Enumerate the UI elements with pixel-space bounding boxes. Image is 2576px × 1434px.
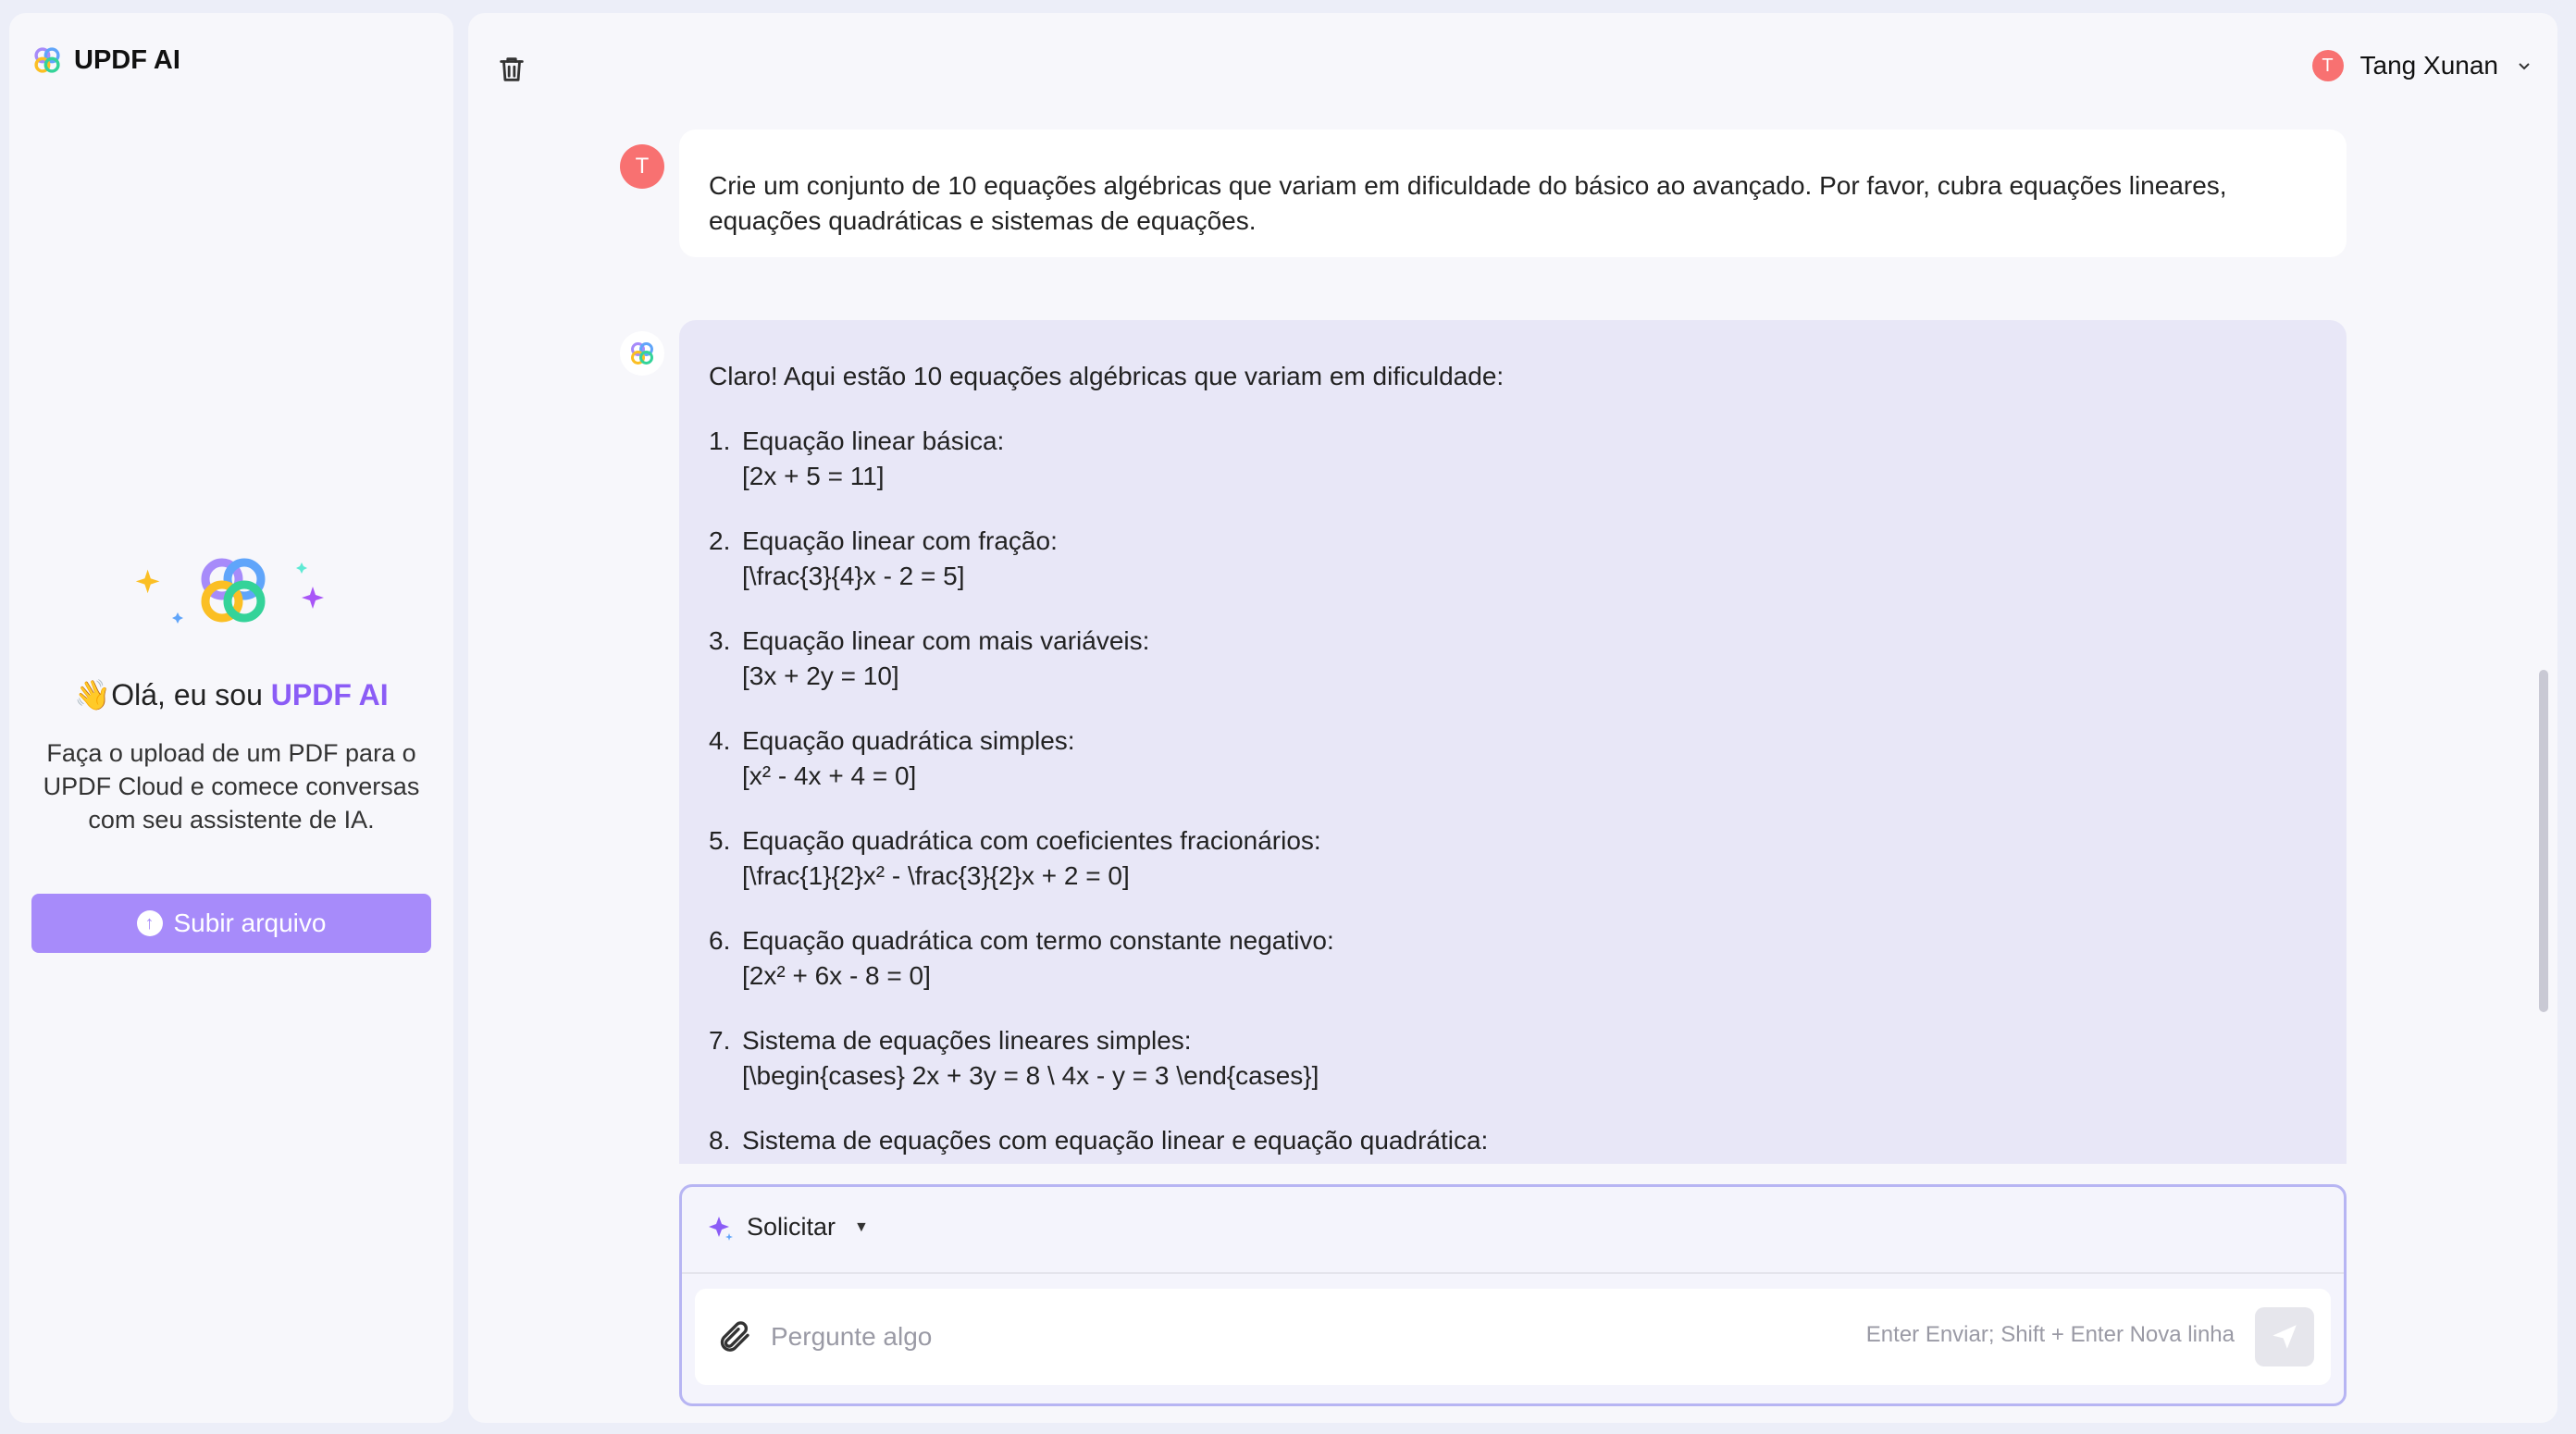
item-number: 4. [709, 726, 731, 755]
item-number: 2. [709, 526, 731, 555]
item-title: Equação linear com fração: [742, 526, 1058, 555]
ask-input[interactable] [769, 1315, 1790, 1359]
divider [682, 1272, 2344, 1274]
item-number: 6. [709, 926, 731, 955]
trash-icon[interactable] [496, 54, 527, 85]
item-title: Sistema de equações lineares simples: [742, 1026, 1192, 1055]
prompt-label: Solicitar [747, 1213, 836, 1241]
user-menu[interactable]: T Tang Xunan [2311, 50, 2533, 81]
ai-message: Claro! Aqui estão 10 equações algébricas… [679, 320, 2347, 1164]
input-area: Enter Enviar; Shift + Enter Nova linha [695, 1289, 2331, 1385]
updf-logo-icon [34, 47, 60, 73]
caret-down-icon: ▼ [854, 1218, 869, 1235]
message-avatar-user: T [620, 144, 664, 189]
chevron-down-icon [2519, 63, 2530, 70]
item-title: Sistema de equações com equação linear e… [742, 1126, 1489, 1155]
brand-name: UPDF AI [74, 44, 180, 75]
item-equation: [3x + 2y = 10] [742, 661, 899, 690]
item-equation: [\frac{3}{4}x - 2 = 5] [742, 562, 965, 590]
equation-list: 1. Equação linear básica: [2x + 5 = 11] 2.… [709, 424, 2317, 1158]
item-title: Equação quadrática com coeficientes frac… [742, 826, 1321, 855]
list-item: 1. Equação linear básica: [2x + 5 = 11] [709, 424, 2317, 494]
item-number: 3. [709, 626, 731, 655]
item-equation: [\begin{cases} 2x + 3y = 8 \ 4x - y = 3 … [742, 1061, 1319, 1090]
send-icon [2273, 1325, 2297, 1349]
updf-ai-hero-icon [135, 558, 324, 624]
user-avatar: T [2311, 50, 2344, 81]
intro-text: Faça o upload de um PDF para o UPDF Clou… [43, 739, 420, 834]
item-equation: [x² - 4x + 4 = 0] [742, 761, 917, 790]
updf-logo-icon [631, 342, 653, 365]
message-avatar-ai [620, 331, 664, 376]
scrollbar[interactable] [2539, 670, 2548, 1012]
send-button[interactable] [2255, 1307, 2314, 1366]
user-name: Tang Xunan [2359, 51, 2498, 80]
list-item: 6. Equação quadrática com termo constante… [709, 923, 2317, 994]
composer: Solicitar ▼ Enter Enviar; Shift + Enter … [679, 1184, 2347, 1406]
sparkle-icon [709, 1216, 733, 1241]
item-number: 5. [709, 826, 731, 855]
list-item: 7. Sistema de equações lineares simples: [… [709, 1023, 2317, 1094]
item-equation: [2x + 5 = 11] [742, 462, 885, 490]
chat-panel: T Tang Xunan T Crie um conjunto de 10 eq… [468, 13, 2557, 1423]
item-title: Equação linear com mais variáveis: [742, 626, 1150, 655]
list-item: 5. Equação quadrática com coeficientes fr… [709, 823, 2317, 894]
paperclip-icon[interactable] [715, 1318, 752, 1355]
upload-file-button[interactable]: ↑ Subir arquivo [31, 894, 431, 953]
keyboard-hint: Enter Enviar; Shift + Enter Nova linha [1865, 1322, 2235, 1347]
ai-intro: Claro! Aqui estão 10 equações algébricas… [709, 362, 1505, 390]
prompt-selector[interactable]: Solicitar ▼ [706, 1213, 869, 1242]
upload-file-label: Subir arquivo [173, 909, 327, 937]
item-title: Equação quadrática com termo constante n… [742, 926, 1334, 955]
list-item: 2. Equação linear com fração: [\frac{3}{4}… [709, 524, 2317, 594]
list-item: 4. Equação quadrática simples: [x² - 4x + … [709, 723, 2317, 794]
arrow-up-circle-icon: ↑ [136, 910, 163, 936]
sidebar: UPDF AI 👋Olá, eu sou UPDF AI Faça o uplo… [9, 13, 453, 1423]
greeting-highlight: UPDF AI [270, 678, 389, 711]
item-title: Equação linear básica: [742, 426, 1005, 455]
item-title: Equação quadrática simples: [742, 726, 1075, 755]
greeting: 👋Olá, eu sou UPDF AI [9, 677, 453, 712]
item-number: 7. [709, 1026, 731, 1055]
item-equation: [\frac{1}{2}x² - \frac{3}{2}x + 2 = 0] [742, 861, 1130, 890]
brand: UPDF AI [31, 44, 180, 76]
item-number: 1. [709, 426, 731, 455]
item-equation: [2x² + 6x - 8 = 0] [742, 961, 931, 990]
list-item: 8. Sistema de equações com equação linear… [709, 1123, 2317, 1158]
greeting-text: 👋Olá, eu sou [74, 678, 271, 711]
item-number: 8. [709, 1126, 731, 1155]
list-item: 3. Equação linear com mais variáveis: [3x … [709, 624, 2317, 694]
user-message: Crie um conjunto de 10 equações algébric… [679, 130, 2347, 257]
